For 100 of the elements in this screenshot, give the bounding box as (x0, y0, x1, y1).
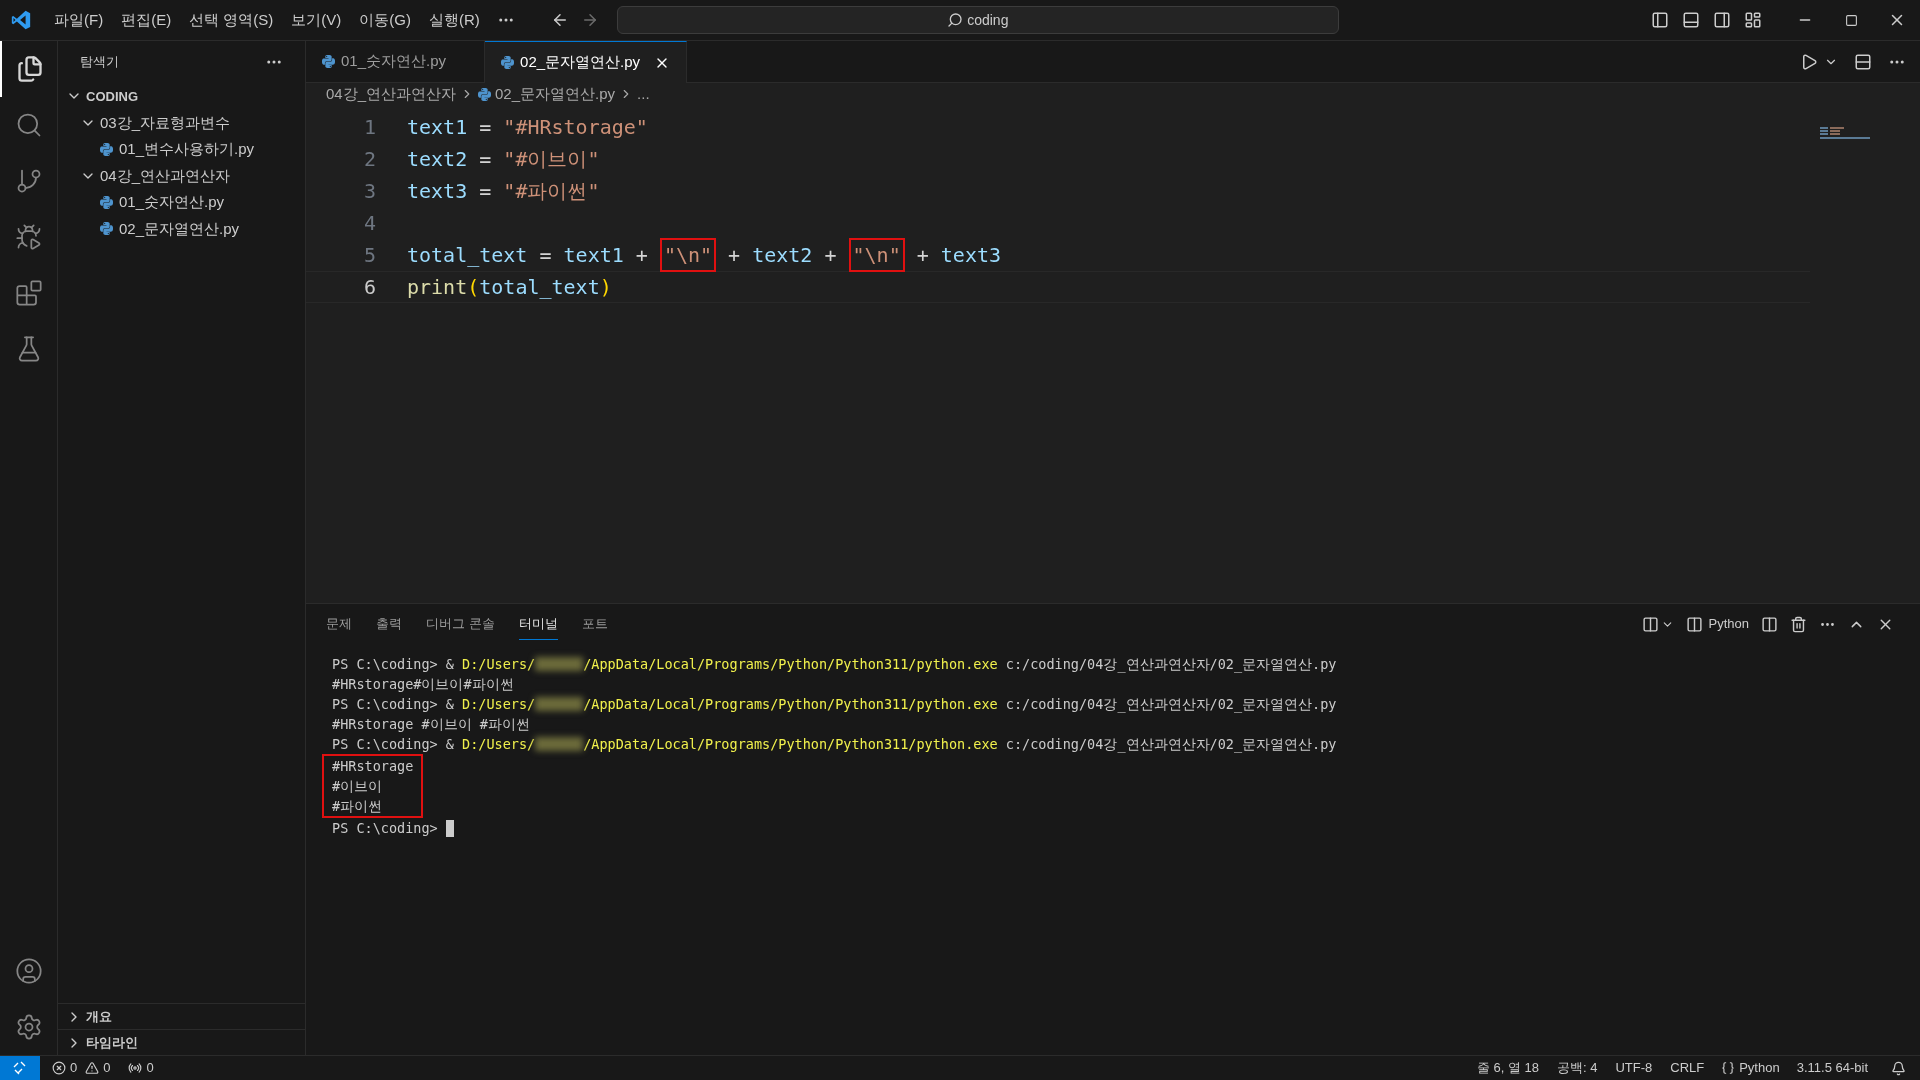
terminal-text: PS C:\coding> & (332, 654, 455, 674)
terminal-path: /AppData/Local/Programs/Python/Python311/python.exe (583, 694, 998, 714)
minimap (1820, 127, 1870, 141)
code-token: = (478, 115, 493, 139)
redaction-blur (535, 657, 584, 671)
status-item[interactable]: 줄 6, 열 18 (1467, 1058, 1548, 1078)
status-item[interactable]: UTF-8 (1606, 1058, 1662, 1078)
redaction-blur (535, 737, 584, 751)
code-token: text3 (407, 179, 468, 203)
sidebar-title: 탐색기 (80, 53, 119, 72)
notifications-icon[interactable] (1891, 1060, 1906, 1076)
panel-tab[interactable]: 디버그 콘솔 (426, 607, 495, 641)
editor-tab[interactable]: 02_문자열연산.py (485, 41, 688, 83)
code-token: = (478, 147, 493, 171)
toggle-panel-icon[interactable] (1682, 11, 1700, 29)
split-terminal-icon[interactable] (1641, 615, 1659, 633)
toggle-secondary-sidebar-icon[interactable] (1713, 11, 1731, 29)
panel-tab[interactable]: 출력 (376, 607, 402, 641)
code-token: print (407, 275, 468, 299)
broadcast-icon (128, 1061, 143, 1075)
error-icon (52, 1061, 66, 1075)
menu-item[interactable]: 실행(R) (420, 8, 489, 32)
terminal-output: #이브이 (332, 776, 383, 796)
file-tree-item[interactable]: 01_숫자연산.py (58, 189, 305, 216)
folder-tree-item[interactable]: 04강_연산과연산자 (58, 162, 305, 189)
terminal-output: #파이썬 (332, 796, 383, 816)
code-token: total_text (479, 275, 600, 299)
menu-item[interactable]: 파일(F) (45, 8, 113, 32)
folder-tree-item[interactable]: 03강_자료형과변수 (58, 109, 305, 136)
code-token-highlight: "\n" (848, 238, 905, 272)
breadcrumb-item[interactable]: 04강_연산과연산자 (326, 82, 457, 106)
code-token: ( (467, 275, 480, 299)
remote-icon (13, 1061, 27, 1075)
menu-item[interactable]: 선택 영역(S) (180, 8, 283, 32)
trash-icon[interactable] (1790, 615, 1807, 633)
search-icon (947, 12, 964, 28)
panel-tab[interactable]: 문제 (326, 607, 352, 641)
terminal-path: D:/Users/ (462, 654, 536, 674)
command-search-field[interactable]: coding (616, 6, 1339, 34)
python-file-icon (100, 222, 113, 236)
code-token: "#파이썬" (503, 179, 600, 203)
ports-status[interactable]: 0 (128, 1058, 154, 1078)
status-item[interactable]: 공백: 4 (1547, 1058, 1607, 1078)
explorer-icon[interactable] (15, 55, 44, 83)
terminal-path: D:/Users/ (462, 694, 536, 714)
section-header[interactable]: 개요 (58, 1003, 305, 1029)
line-number: 6 (362, 274, 376, 301)
problems-status[interactable]: 0 0 (52, 1058, 111, 1078)
code-token: total_text (407, 243, 528, 267)
code-token: "#HRstorage" (503, 115, 648, 139)
line-number: 4 (362, 210, 376, 237)
workspace-folder[interactable]: CODING (58, 83, 305, 110)
terminal-icon (1685, 615, 1703, 633)
terminal-text: PS C:\coding> & (332, 734, 455, 754)
code-token: text2 (407, 147, 468, 171)
customize-layout-icon[interactable] (1744, 11, 1762, 29)
status-item[interactable]: CRLF (1661, 1058, 1714, 1078)
code-token: + (727, 243, 742, 267)
toggle-sidebar-icon[interactable] (1651, 11, 1669, 29)
terminal-path: /AppData/Local/Programs/Python/Python311/python.exe (583, 734, 998, 754)
terminal-text: c:/coding/04강_연산과연산자/02_문자열연산.py (1004, 654, 1337, 675)
account-icon[interactable] (14, 957, 43, 985)
python-file-icon (478, 87, 492, 101)
code-token: text3 (940, 243, 1002, 267)
menu-item[interactable]: 보기(V) (282, 8, 351, 32)
python-file-icon (501, 56, 515, 69)
terminal-text: c:/coding/04강_연산과연산자/02_문자열연산.py (1004, 694, 1337, 715)
language-status[interactable]: Python (1713, 1058, 1788, 1078)
code-token: ) (599, 275, 612, 299)
breadcrumb-item[interactable]: ... (637, 82, 650, 106)
line-number: 3 (362, 178, 376, 205)
code-token: text2 (752, 243, 813, 267)
python-file-icon (100, 195, 113, 209)
split-terminal-icon[interactable] (1761, 615, 1778, 633)
terminal-output: #HRstorage #이브이 #파이썬 (332, 714, 530, 734)
status-item[interactable]: 3.11.5 64-bit (1787, 1058, 1877, 1078)
code-token: + (823, 243, 838, 267)
menu-item[interactable]: 편집(E) (112, 8, 181, 32)
terminal-path: D:/Users/ (462, 734, 536, 754)
split-editor-icon[interactable] (1854, 52, 1872, 71)
python-file-icon (322, 55, 335, 68)
file-tree-item[interactable]: 01_변수사용하기.py (58, 136, 305, 163)
terminal-profile-tab[interactable]: Python (1685, 614, 1749, 634)
run-debug-icon[interactable] (14, 223, 43, 251)
run-icon[interactable] (1800, 52, 1818, 71)
warning-icon (85, 1061, 100, 1075)
panel-tab[interactable]: 포트 (581, 607, 608, 641)
code-token: + (634, 243, 649, 267)
terminal-path: /AppData/Local/Programs/Python/Python311/python.exe (583, 654, 998, 674)
terminal-text: c:/coding/04강_연산과연산자/02_문자열연산.py (1004, 734, 1337, 755)
panel-tab[interactable]: 터미널 (518, 607, 558, 641)
extensions-icon[interactable] (14, 279, 43, 307)
code-token: + (915, 243, 930, 267)
maximize-icon[interactable] (1844, 13, 1858, 27)
code-token: = (478, 179, 493, 203)
code-token: text1 (407, 115, 468, 139)
menu-item[interactable]: 이동(G) (350, 8, 420, 32)
breadcrumb-item[interactable]: 02_문자열연산.py (495, 82, 616, 106)
terminal-output: #HRstorage#이브이#파이썬 (332, 674, 514, 694)
file-tree-item[interactable]: 02_문자열연산.py (58, 215, 305, 242)
